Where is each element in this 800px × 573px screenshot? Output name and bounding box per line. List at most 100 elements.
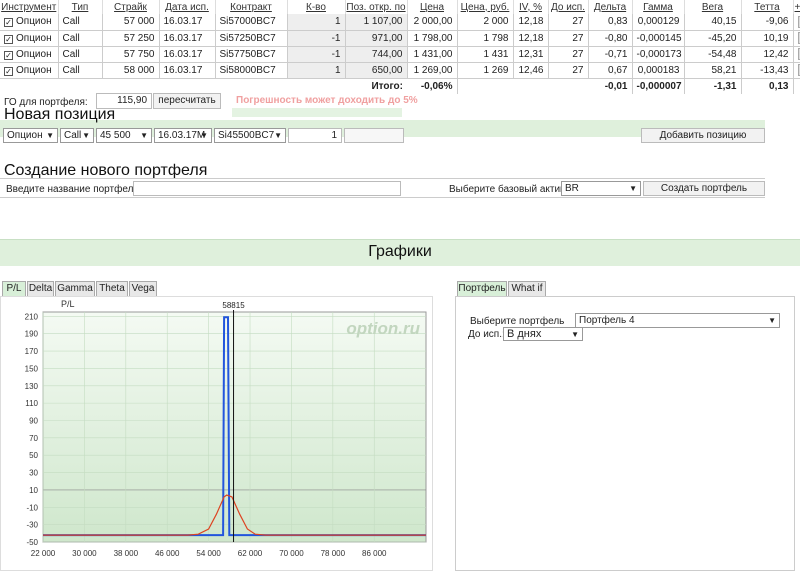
y-tick-label: 30 [29, 469, 38, 478]
days-cell: 27 [548, 14, 588, 30]
instrument-select[interactable]: Опцион▼ [3, 128, 58, 143]
row-checkbox[interactable]: ✓ [4, 35, 13, 44]
iv-cell: 12,18 [513, 14, 548, 30]
qty-field[interactable]: 1 [288, 128, 342, 143]
price-cell: 2 000,00 [407, 14, 457, 30]
recalc-button[interactable]: пересчитать [153, 93, 221, 109]
date-cell: 16.03.17 [159, 62, 215, 78]
vega-cell: 40,15 [684, 14, 741, 30]
contract-cell: Si57000BC7 [215, 14, 287, 30]
column-header[interactable]: До исп. [548, 0, 588, 14]
chevron-down-icon: ▼ [571, 328, 579, 341]
watermark: option.ru [346, 319, 420, 338]
instrument-cell: ✓Опцион [0, 62, 58, 78]
column-header[interactable]: IV, % [513, 0, 548, 14]
qty-cell[interactable]: 1 [287, 14, 345, 30]
gamma-cell: -0,000173 [632, 46, 684, 62]
instrument-value: Опцион [7, 130, 43, 141]
column-header[interactable]: Вега [684, 0, 741, 14]
price_rub-cell: 2 000 [457, 14, 513, 30]
settings-tab[interactable]: Портфель [457, 281, 507, 296]
instrument-value: Опцион [16, 49, 52, 60]
until-select[interactable]: В днях ▼ [503, 327, 583, 341]
chevron-down-icon: ▼ [768, 314, 776, 327]
portfolio-name-input[interactable] [133, 181, 401, 196]
total-gamma: -0,000007 [632, 78, 684, 94]
iv-cell: 12,18 [513, 30, 548, 46]
chart-tab[interactable]: Theta [96, 281, 128, 296]
open-cell[interactable]: 971,00 [345, 30, 407, 46]
y-tick-label: 210 [25, 312, 39, 321]
table-row: ✓ОпционCall57 00016.03.17Si57000BC711 10… [0, 14, 800, 30]
qty-cell[interactable]: -1 [287, 46, 345, 62]
instrument-value: Опцион [16, 33, 52, 44]
row-checkbox[interactable]: ✓ [4, 67, 13, 76]
row-checkbox[interactable]: ✓ [4, 18, 13, 27]
column-header[interactable]: К-во [287, 0, 345, 14]
qty-cell[interactable]: -1 [287, 30, 345, 46]
column-header[interactable]: Дельта [588, 0, 632, 14]
x-tick-label: 70 000 [279, 549, 304, 558]
date-select[interactable]: 16.03.17М▼ [154, 128, 212, 143]
contract-select[interactable]: Si45500BC7▼ [214, 128, 286, 143]
portfolio-select-label: Выберите портфель [470, 316, 564, 327]
portfolio-select[interactable]: Портфель 4 ▼ [575, 313, 780, 328]
column-header[interactable]: Страйк [102, 0, 159, 14]
column-header[interactable]: +/- [793, 0, 800, 14]
row-checkbox[interactable]: ✓ [4, 51, 13, 60]
price_rub-cell: 1 798 [457, 30, 513, 46]
column-header[interactable]: Цена, руб. [457, 0, 513, 14]
open-cell[interactable]: 650,00 [345, 62, 407, 78]
delta-cell: 0,67 [588, 62, 632, 78]
y-tick-label: 190 [25, 330, 39, 339]
y-tick-label: -50 [26, 538, 38, 547]
remove-cell: × [793, 30, 800, 46]
chart-panel: P/L2101901701501301109070503010-10-30-50… [0, 296, 433, 571]
qty-cell[interactable]: 1 [287, 62, 345, 78]
column-header[interactable]: Поз. откр. по [345, 0, 407, 14]
theta-cell: -13,43 [741, 62, 793, 78]
contract-value: Si45500BC7 [218, 130, 274, 141]
type-cell: Call [58, 46, 102, 62]
column-header[interactable]: Тип [58, 0, 102, 14]
days-cell: 27 [548, 46, 588, 62]
pl-chart: P/L2101901701501301109070503010-10-30-50… [1, 297, 432, 570]
base-asset-select[interactable]: BR▼ [561, 181, 641, 196]
type-select[interactable]: Call▼ [60, 128, 94, 143]
column-header[interactable]: Тетта [741, 0, 793, 14]
add-position-button[interactable]: Добавить позицию [641, 128, 765, 143]
column-header[interactable]: Контракт [215, 0, 287, 14]
strike-cell: 57 750 [102, 46, 159, 62]
y-tick-label: 150 [25, 364, 39, 373]
chart-tab[interactable]: Vega [129, 281, 157, 296]
chart-tab[interactable]: Gamma [55, 281, 95, 296]
base-asset-label: Выберите базовый актив [449, 184, 565, 195]
strike-value: 45 500 [100, 130, 131, 141]
column-header[interactable]: Дата исп. [159, 0, 215, 14]
open-cell[interactable]: 744,00 [345, 46, 407, 62]
total-pct: -0,06% [407, 78, 457, 94]
delta-cell: -0,71 [588, 46, 632, 62]
open-cell[interactable]: 1 107,00 [345, 14, 407, 30]
column-header[interactable]: Гамма [632, 0, 684, 14]
portfolio-select-value: Портфель 4 [579, 315, 635, 326]
x-tick-label: 30 000 [72, 549, 97, 558]
contract-cell: Si58000BC7 [215, 62, 287, 78]
chart-tab[interactable]: Delta [27, 281, 54, 296]
settings-tab[interactable]: What if [508, 281, 546, 296]
y-tick-label: 70 [29, 434, 38, 443]
warning-underline [232, 108, 402, 117]
strike-cell: 58 000 [102, 62, 159, 78]
until-select-value: В днях [507, 328, 541, 340]
chart-tab[interactable]: P/L [2, 281, 26, 296]
create-portfolio-button[interactable]: Создать портфель [643, 181, 765, 196]
iv-cell: 12,46 [513, 62, 548, 78]
column-header[interactable]: Инструмент [0, 0, 58, 14]
y-tick-label: -10 [26, 503, 38, 512]
portfolio-name-label: Введите название портфеля [6, 184, 139, 195]
price-field[interactable] [344, 128, 404, 143]
strike-select[interactable]: 45 500▼ [96, 128, 152, 143]
instrument-cell: ✓Опцион [0, 30, 58, 46]
date-cell: 16.03.17 [159, 14, 215, 30]
column-header[interactable]: Цена [407, 0, 457, 14]
